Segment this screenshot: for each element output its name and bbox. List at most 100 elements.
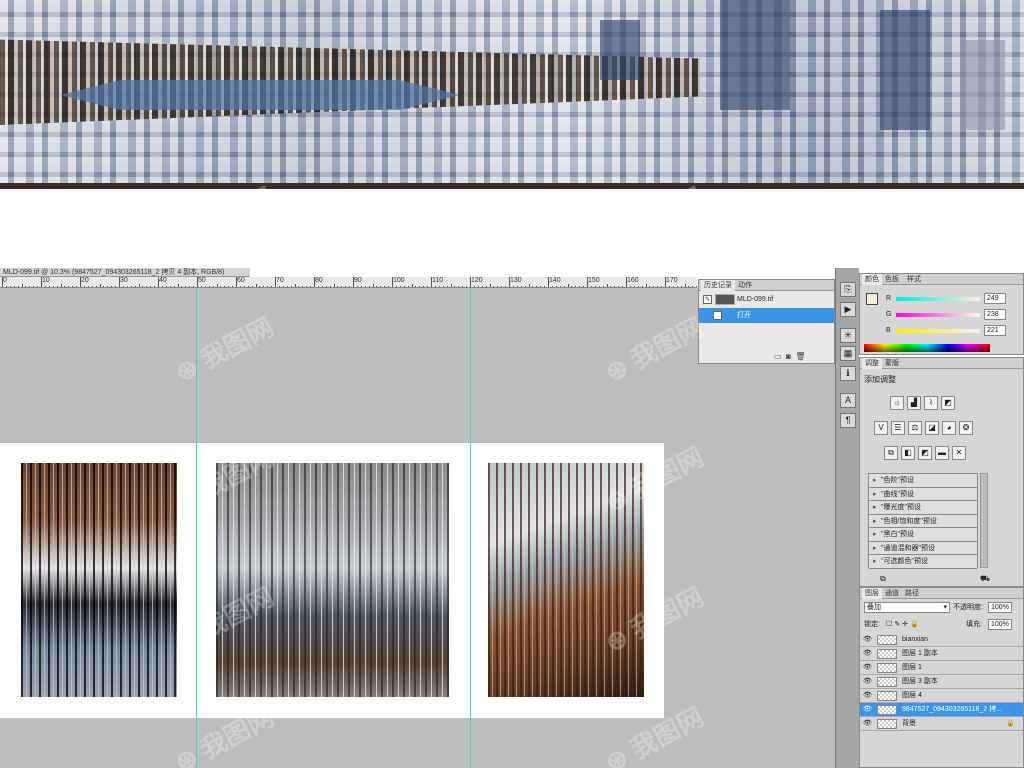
history-item[interactable]: ▤ 打开 bbox=[699, 308, 834, 323]
gradient-map-icon[interactable]: ▬ bbox=[935, 446, 949, 460]
channel-mixer-icon[interactable]: ❂ bbox=[959, 421, 973, 435]
slider-red[interactable]: R 249 bbox=[880, 293, 1020, 305]
preset-exposure[interactable]: ▸ "曝光度"预设 bbox=[869, 501, 977, 515]
ruler-tick bbox=[236, 277, 237, 287]
layer-row[interactable]: 👁 图层 4 bbox=[860, 689, 1023, 703]
preset-selective-color[interactable]: ▸ "可选颜色"预设 bbox=[869, 555, 977, 569]
layer-name: 图层 1 副本 bbox=[902, 650, 938, 657]
levels-icon[interactable]: ▟ bbox=[907, 396, 921, 410]
ruler-tick bbox=[392, 277, 393, 287]
selective-color-icon[interactable]: ✕ bbox=[952, 446, 966, 460]
guide-line[interactable] bbox=[470, 288, 471, 768]
layer-row[interactable]: 👁 图层 1 bbox=[860, 661, 1023, 675]
history-footer-icons: ▭ ◙ 🗑 bbox=[774, 352, 805, 361]
tab-styles[interactable]: 样式 bbox=[904, 274, 924, 285]
presets-scrollbar[interactable] bbox=[980, 473, 988, 568]
history-snapshot[interactable]: ✎ MLD-099.tif bbox=[699, 292, 834, 307]
foreground-color-swatch[interactable] bbox=[866, 293, 878, 305]
adjustments-footer-icon[interactable]: ⧉ bbox=[880, 574, 886, 584]
invert-icon[interactable]: ⧉ bbox=[884, 446, 898, 460]
blend-mode-select[interactable]: 叠加 ▾ bbox=[864, 602, 950, 613]
ruler-tick bbox=[353, 277, 354, 287]
threshold-icon[interactable]: ◩ bbox=[918, 446, 932, 460]
curves-icon[interactable]: ⌇ bbox=[924, 396, 938, 410]
ruler-label: 150 bbox=[588, 277, 600, 284]
banner-bottom-bar bbox=[0, 183, 1024, 189]
navigator-panel-icon[interactable]: ▦ bbox=[840, 346, 856, 361]
tab-paths[interactable]: 路径 bbox=[902, 588, 922, 599]
green-value-input[interactable]: 238 bbox=[984, 309, 1006, 320]
eye-icon[interactable]: 👁 bbox=[863, 650, 872, 658]
eye-icon[interactable]: 👁 bbox=[863, 720, 872, 728]
ruler-label: 90 bbox=[354, 277, 362, 284]
ruler-tick bbox=[587, 277, 588, 287]
eye-icon[interactable]: 👁 bbox=[863, 706, 872, 714]
green-track[interactable] bbox=[896, 313, 980, 317]
tab-channels[interactable]: 通道 bbox=[882, 588, 902, 599]
watermark: ⊛ 我图网 bbox=[169, 181, 279, 259]
hue-saturation-icon[interactable]: ☰ bbox=[891, 421, 905, 435]
layer-row[interactable]: 👁 bianxian bbox=[860, 633, 1023, 647]
info-panel-icon[interactable]: ℹ bbox=[840, 366, 856, 381]
slider-green[interactable]: G 238 bbox=[880, 309, 1020, 321]
preset-black-white[interactable]: ▸ "黑白"预设 bbox=[869, 528, 977, 542]
layer-row[interactable]: 👁 图层 3 副本 bbox=[860, 675, 1023, 689]
preset-levels[interactable]: ▸ "色阶"预设 bbox=[869, 474, 977, 488]
tab-history[interactable]: 历史记录 bbox=[701, 280, 735, 291]
banner-block bbox=[960, 40, 1005, 130]
red-value-input[interactable]: 249 bbox=[984, 293, 1006, 304]
red-track[interactable] bbox=[896, 297, 980, 301]
exposure-icon[interactable]: ◩ bbox=[941, 396, 955, 410]
color-spectrum-bar[interactable] bbox=[864, 344, 990, 352]
ruler-tick bbox=[626, 277, 627, 287]
eye-icon[interactable]: 👁 bbox=[863, 678, 872, 686]
eye-icon[interactable]: 👁 bbox=[863, 636, 872, 644]
eye-icon[interactable]: 👁 bbox=[863, 664, 872, 672]
trash-icon[interactable]: 🗑 bbox=[795, 352, 805, 361]
slider-blue[interactable]: B 221 bbox=[880, 325, 1020, 337]
lock-icon: 🔒 bbox=[1006, 720, 1015, 727]
layer-row[interactable]: 👁 图层 1 副本 bbox=[860, 647, 1023, 661]
history-tabbar: 历史记录 动作 bbox=[699, 280, 834, 291]
preset-hue-saturation[interactable]: ▸ "色相/饱和度"预设 bbox=[869, 514, 977, 528]
photo-filter-icon[interactable]: ◕ bbox=[942, 421, 956, 435]
fill-input[interactable]: 100% bbox=[988, 619, 1012, 630]
actions-panel-icon[interactable]: ▶ bbox=[840, 302, 856, 317]
new-document-icon[interactable]: ▭ bbox=[774, 352, 782, 361]
ruler-label: 70 bbox=[276, 277, 284, 284]
history-panel-icon[interactable]: ⎘ bbox=[840, 282, 856, 297]
tab-adjustments[interactable]: 调整 bbox=[862, 358, 882, 369]
layer-row[interactable]: 👁 背景 🔒 bbox=[860, 717, 1023, 731]
lock-icons[interactable]: ☐✎✛🔒 bbox=[886, 619, 921, 630]
blue-value-input[interactable]: 221 bbox=[984, 325, 1006, 336]
tab-color[interactable]: 颜色 bbox=[862, 274, 882, 285]
brush-panel-icon[interactable]: ✳ bbox=[840, 328, 856, 343]
eye-icon[interactable]: 👁 bbox=[863, 692, 872, 700]
preset-curves[interactable]: ▸ "曲线"预设 bbox=[869, 487, 977, 501]
guide-line[interactable] bbox=[196, 288, 197, 768]
snapshot-camera-icon[interactable]: ◙ bbox=[786, 352, 791, 361]
preset-channel-mixer[interactable]: ▸ "通道混和器"预设 bbox=[869, 541, 977, 555]
paragraph-panel-icon[interactable]: ¶ bbox=[840, 413, 856, 428]
vibrance-icon[interactable]: V bbox=[874, 421, 888, 435]
posterize-icon[interactable]: ◧ bbox=[901, 446, 915, 460]
banner-block bbox=[720, 0, 790, 110]
ruler-label: 170 bbox=[666, 277, 678, 284]
history-state-icon: ▤ bbox=[713, 311, 722, 320]
history-item-label: 打开 bbox=[737, 312, 751, 319]
tab-layers[interactable]: 图层 bbox=[862, 588, 882, 599]
tab-masks[interactable]: 蒙版 bbox=[882, 358, 902, 369]
blue-track[interactable] bbox=[896, 329, 980, 333]
brightness-icon[interactable]: ☼ bbox=[890, 396, 904, 410]
ruler-tick bbox=[314, 277, 315, 287]
character-panel-icon[interactable]: A bbox=[840, 393, 856, 408]
black-white-icon[interactable]: ◪ bbox=[925, 421, 939, 435]
tab-actions[interactable]: 动作 bbox=[735, 280, 755, 291]
blue-label: B bbox=[886, 327, 891, 334]
clip-layer-icon[interactable]: ⛟ bbox=[980, 574, 990, 584]
tab-swatches[interactable]: 色板 bbox=[882, 274, 902, 285]
layer-row[interactable]: 👁 9847527_094303265118_2 拷... bbox=[860, 703, 1023, 717]
color-balance-icon[interactable]: ⚖ bbox=[908, 421, 922, 435]
opacity-input[interactable]: 100% bbox=[988, 602, 1012, 613]
document-tab[interactable]: MLD-099.tif @ 10.3% (9847527_09430326511… bbox=[0, 268, 250, 277]
